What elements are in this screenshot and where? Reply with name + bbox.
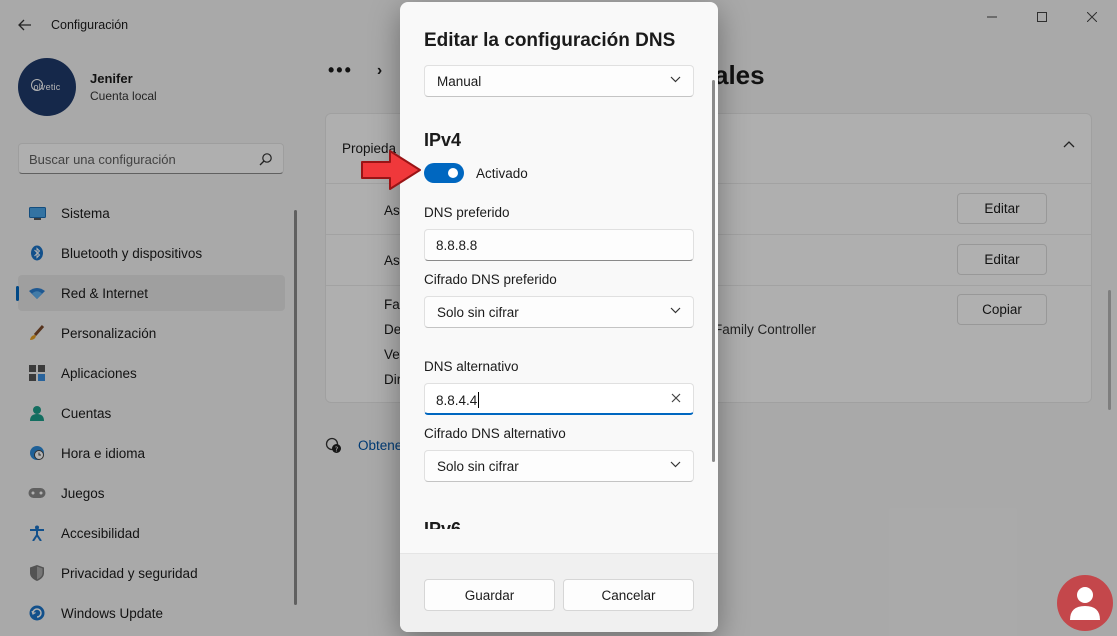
cancel-button[interactable]: Cancelar <box>563 579 694 611</box>
input-value: 8.8.4.4 <box>436 392 480 408</box>
dialog-title: Editar la configuración DNS <box>424 30 676 51</box>
dropdown-value: Manual <box>437 74 482 89</box>
save-button[interactable]: Guardar <box>424 579 555 611</box>
ipv4-heading: IPv4 <box>424 130 462 150</box>
ipv4-toggle-label: Activado <box>476 166 528 181</box>
red-arrow-annotation-icon <box>361 150 421 190</box>
chevron-down-icon <box>670 307 681 314</box>
input-value: 8.8.8.8 <box>436 238 478 253</box>
clear-icon[interactable] <box>671 393 681 403</box>
alternate-encryption-dropdown[interactable]: Solo sin cifrar <box>424 450 694 482</box>
preferred-dns-label: DNS preferido <box>424 205 510 220</box>
dialog-scrollbar[interactable] <box>712 80 715 462</box>
preferred-encryption-dropdown[interactable]: Solo sin cifrar <box>424 296 694 328</box>
dropdown-value: Solo sin cifrar <box>437 305 519 320</box>
ipv6-heading: IPv6 <box>424 519 462 529</box>
chevron-down-icon <box>670 76 681 83</box>
brand-logo-icon <box>1057 575 1113 631</box>
alternate-dns-input[interactable]: 8.8.4.4 <box>424 383 694 415</box>
chevron-down-icon <box>670 461 681 468</box>
dns-settings-dialog: Editar la configuración DNS Manual IPv4 … <box>400 2 718 632</box>
dropdown-value: Solo sin cifrar <box>437 459 519 474</box>
preferred-dns-input[interactable]: 8.8.8.8 <box>424 229 694 261</box>
alternate-dns-label: DNS alternativo <box>424 359 519 374</box>
text-caret <box>478 392 480 408</box>
ipv4-toggle[interactable] <box>424 163 464 183</box>
input-value-text: 8.8.4.4 <box>436 393 478 408</box>
dns-mode-dropdown[interactable]: Manual <box>424 65 694 97</box>
alternate-encryption-label: Cifrado DNS alternativo <box>424 426 566 441</box>
dialog-footer: Guardar Cancelar <box>400 553 718 632</box>
toggle-knob <box>448 168 458 178</box>
preferred-encryption-label: Cifrado DNS preferido <box>424 272 557 287</box>
